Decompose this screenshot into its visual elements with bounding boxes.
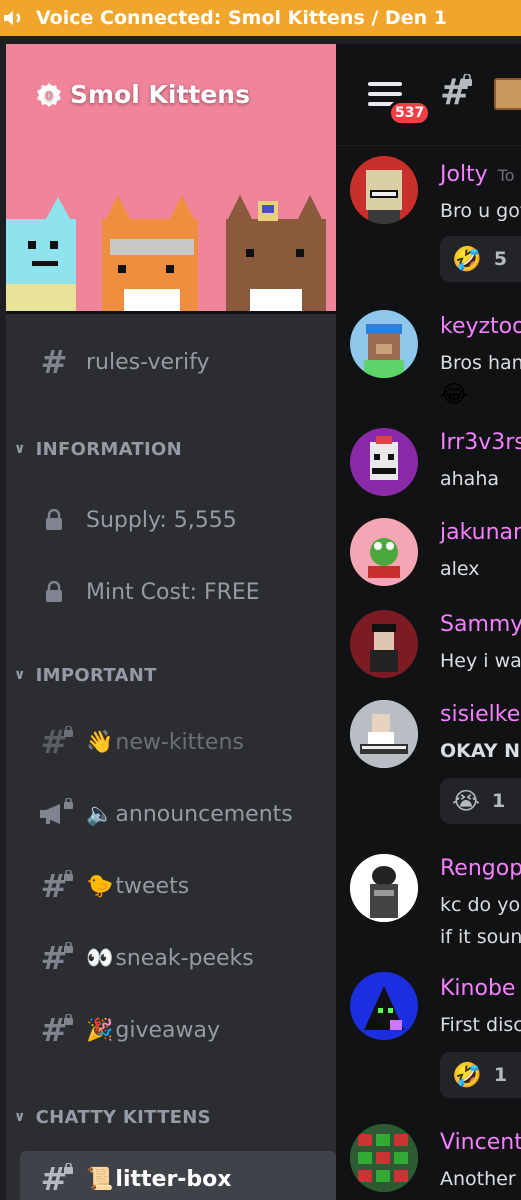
channel-label: new-kittens (115, 729, 244, 755)
reaction-count: 1 (492, 790, 506, 812)
message-text: kc do you (440, 894, 521, 916)
category-label: CHATTY KITTENS (35, 1106, 211, 1128)
voice-connected-bar[interactable]: Voice Connected: Smol Kittens / Den 1 (0, 0, 521, 36)
chevron-down-icon: ∨ (14, 667, 26, 683)
username[interactable]: Jolty To (440, 162, 515, 187)
channel-label: Mint Cost: FREE (86, 579, 260, 605)
reaction-count: 5 (493, 248, 508, 270)
reaction-button[interactable]: 🤣 1 (440, 1052, 521, 1098)
channel-tweets[interactable]: # 🐤 tweets (6, 858, 336, 914)
channel-label: litter-box (115, 1166, 232, 1192)
avatar[interactable] (350, 156, 418, 224)
message-text: ahaha (440, 468, 500, 490)
channel-announcements[interactable]: 🔈 announcements (6, 786, 336, 842)
channel-label: announcements (115, 801, 293, 827)
locked-hash-icon: # (32, 1011, 76, 1049)
avatar[interactable] (350, 310, 418, 378)
username[interactable]: Rengop (440, 856, 521, 881)
scroll-emoji-icon (494, 78, 521, 110)
chat-area: 537 # Jolty To Bro u got 🤣 5 keyztoo Bros… (336, 44, 521, 1200)
lock-icon (32, 504, 76, 536)
server-name: Smol Kittens (70, 80, 250, 109)
scroll-emoji: 📜 (86, 1166, 114, 1192)
category-label: INFORMATION (35, 438, 182, 460)
message-text: OKAY N (440, 740, 521, 762)
lock-icon (462, 74, 472, 86)
channel-supply[interactable]: Supply: 5,555 (6, 492, 336, 548)
channel-label: rules-verify (86, 349, 210, 375)
locked-hash-icon: # (32, 1160, 76, 1198)
voice-connected-title: Voice Connected: Smol Kittens / Den 1 (36, 7, 447, 29)
avatar[interactable] (350, 428, 418, 496)
speaker-emoji: 🔈 (86, 801, 114, 827)
server-banner[interactable]: 0 Smol Kittens (6, 44, 336, 314)
svg-text:0: 0 (45, 89, 53, 103)
category-important[interactable]: ∨ IMPORTANT (14, 660, 157, 690)
username[interactable]: Irr3v3rs (440, 430, 521, 455)
chat-topbar: 537 # (336, 44, 521, 146)
message-text: alex (440, 558, 480, 580)
channel-label: sneak-peeks (115, 945, 254, 971)
wave-emoji: 👋 (86, 729, 114, 755)
locked-hash-icon: # (32, 939, 76, 977)
chevron-down-icon: ∨ (14, 441, 26, 457)
channel-rules-verify[interactable]: # rules-verify (6, 334, 336, 390)
rofl-emoji: 🤣 (452, 245, 482, 273)
message-text: Another (440, 1168, 516, 1190)
category-chatty-kittens[interactable]: ∨ CHATTY KITTENS (14, 1102, 211, 1132)
reaction-button[interactable]: 🤣 5 (440, 236, 521, 282)
timestamp: To (497, 166, 515, 185)
message-text: Bros han (440, 352, 521, 374)
avatar[interactable] (350, 1124, 418, 1192)
username[interactable]: Vincent (440, 1130, 521, 1155)
speaker-icon (2, 5, 28, 31)
locked-hash-icon: # (32, 867, 76, 905)
username-text: Jolty (440, 162, 488, 187)
megaphone-icon (32, 798, 76, 830)
channel-mint-cost[interactable]: Mint Cost: FREE (6, 564, 336, 620)
username[interactable]: keyztoo (440, 314, 521, 339)
eyes-emoji: 👀 (86, 945, 114, 971)
pixel-cats-illustration (6, 195, 336, 314)
username[interactable]: Kinobe (440, 976, 515, 1001)
channel-label: Supply: 5,555 (86, 507, 237, 533)
category-label: IMPORTANT (35, 664, 157, 686)
chevron-down-icon: ∨ (14, 1109, 26, 1125)
avatar[interactable] (350, 610, 418, 678)
chick-emoji: 🐤 (86, 873, 114, 899)
message-text: Hey i wa (440, 650, 521, 672)
avatar[interactable] (350, 700, 418, 768)
lock-icon (32, 576, 76, 608)
verified-badge-icon: 0 (37, 82, 61, 107)
channel-litter-box[interactable]: # 📜 litter-box (20, 1151, 336, 1200)
reaction-button[interactable]: 😭 1 (440, 778, 521, 824)
username[interactable]: jakunan (440, 520, 521, 545)
avatar[interactable] (350, 972, 418, 1040)
message-text: First disc (440, 1014, 521, 1036)
rofl-emoji: 🤣 (452, 1061, 482, 1089)
message-text: Bro u got (440, 200, 521, 222)
locked-hash-icon: # (32, 723, 76, 761)
sob-emoji: 😭 (452, 787, 481, 815)
avatar[interactable] (350, 854, 418, 922)
channel-sidebar: 0 Smol Kittens # rules-verify ∨ INFORMAT… (6, 44, 336, 1200)
mention-count-badge: 537 (388, 100, 432, 126)
channel-sneak-peeks[interactable]: # 👀 sneak-peeks (6, 930, 336, 986)
username[interactable]: sisielke (440, 702, 520, 727)
channel-new-kittens[interactable]: # 👋 new-kittens (6, 714, 336, 770)
channel-label: tweets (115, 873, 190, 899)
message-text-line2: if it soun (440, 926, 521, 948)
reaction-count: 1 (493, 1064, 508, 1086)
username[interactable]: Sammy (440, 612, 521, 637)
channel-label: giveaway (115, 1017, 221, 1043)
joy-emoji: 😂 (440, 380, 469, 408)
hash-icon: # (40, 343, 68, 381)
avatar[interactable] (350, 518, 418, 586)
channel-giveaway[interactable]: # 🎉 giveaway (6, 1002, 336, 1058)
category-information[interactable]: ∨ INFORMATION (14, 434, 182, 464)
server-header[interactable]: 0 Smol Kittens (36, 80, 250, 109)
party-popper-emoji: 🎉 (86, 1017, 114, 1043)
